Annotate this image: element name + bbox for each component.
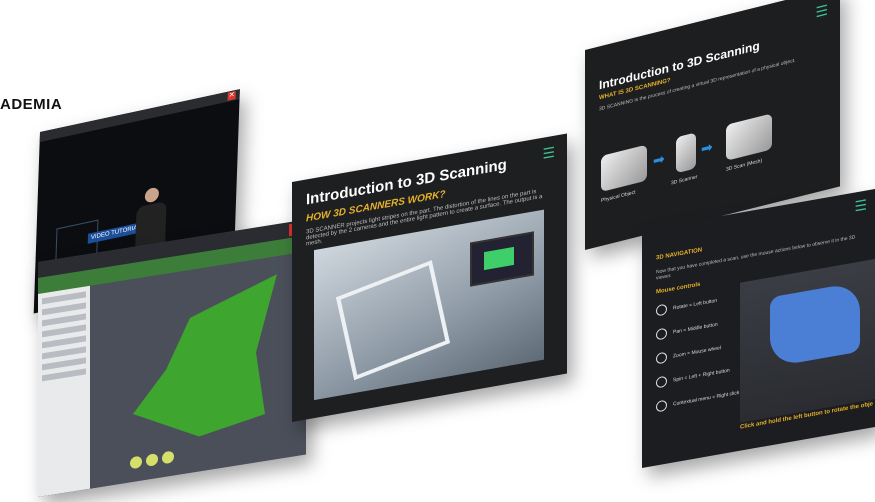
physical-object-graphic (601, 144, 647, 193)
green-mesh-model[interactable] (133, 273, 283, 447)
software-screen: ✕ (38, 219, 306, 497)
tool-button[interactable] (162, 450, 174, 465)
menu-icon (656, 399, 667, 413)
hamburger-menu-icon[interactable]: ☰ (542, 144, 555, 163)
control-label: Pan = Middle button (673, 321, 718, 336)
zoom-icon (656, 351, 667, 365)
blue-part-model[interactable] (770, 281, 860, 368)
slide-title: Introduction to 3D Scanning (599, 38, 760, 93)
control-label: Rotate = Left button (673, 297, 718, 312)
scanner-graphic (676, 132, 696, 174)
control-row: Contextual menu = Right click (656, 387, 739, 413)
video-toolbar (39, 89, 240, 143)
3d-viewer[interactable] (740, 258, 875, 423)
presenter-head (144, 186, 160, 204)
mouse-controls-title: Mouse controls (656, 281, 701, 296)
mesh-graphic (726, 113, 772, 161)
control-label: Zoom = Mouse wheel (673, 344, 721, 360)
car-frame-graphic (335, 260, 451, 381)
control-row: Pan = Middle button (656, 319, 718, 341)
navigation-slide: ☰ 3D NAVIGATION Now that you have comple… (642, 188, 875, 468)
rotate-icon (656, 303, 667, 317)
brand-label: ADEMIA (0, 96, 63, 113)
spin-icon (656, 375, 667, 389)
control-label: Spin = Left + Right button (673, 367, 730, 384)
software-side-panel[interactable] (38, 285, 90, 497)
hamburger-menu-icon[interactable]: ☰ (854, 196, 867, 215)
control-label: Contextual menu = Right click (673, 389, 740, 408)
control-row: Rotate = Left button (656, 295, 717, 317)
intro-slide-scanners: ☰ Introduction to 3D Scanning HOW 3D SCA… (292, 133, 567, 423)
monitor-graphic (470, 231, 534, 287)
viewer-tool-buttons (130, 450, 174, 470)
tool-button[interactable] (130, 455, 142, 470)
tool-button[interactable] (146, 452, 158, 467)
scan-flow-diagram: ➡ ➡ Physical Object 3D Scanner 3D Scan (… (601, 99, 831, 216)
control-row: Spin = Left + Right button (656, 365, 730, 389)
hamburger-menu-icon[interactable]: ☰ (815, 1, 828, 21)
arrow-right-icon: ➡ (701, 138, 713, 158)
control-row: Zoom = Mouse wheel (656, 342, 721, 365)
slide-subtitle: 3D NAVIGATION (656, 247, 703, 262)
pan-icon (656, 327, 667, 341)
panel-row[interactable] (42, 368, 86, 382)
arrow-right-icon: ➡ (653, 150, 665, 170)
